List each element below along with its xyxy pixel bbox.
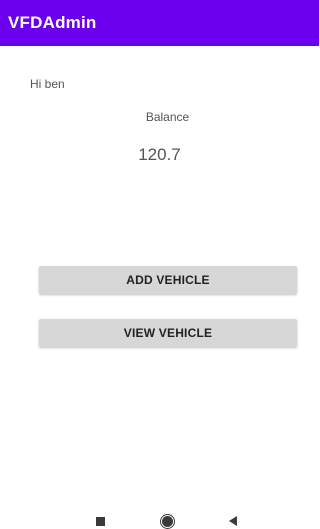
app-title: VFDAdmin — [8, 13, 97, 32]
balance-label: Balance — [145, 110, 190, 124]
system-nav-bar — [0, 506, 319, 529]
add-vehicle-button[interactable]: ADD VEHICLE — [39, 266, 297, 294]
balance-value: 120.7 — [138, 145, 181, 164]
home-icon — [161, 515, 173, 527]
home-button[interactable] — [160, 514, 174, 528]
main-content: Hi ben Balance 120.7 ADD VEHICLE VIEW VE… — [0, 46, 319, 506]
recents-button[interactable] — [93, 514, 107, 528]
back-icon — [229, 516, 237, 526]
view-vehicle-button[interactable]: VIEW VEHICLE — [39, 319, 297, 347]
back-button[interactable] — [226, 514, 240, 528]
recents-icon — [95, 516, 105, 526]
greeting-text: Hi ben — [30, 77, 65, 91]
app-bar: VFDAdmin — [0, 0, 319, 46]
